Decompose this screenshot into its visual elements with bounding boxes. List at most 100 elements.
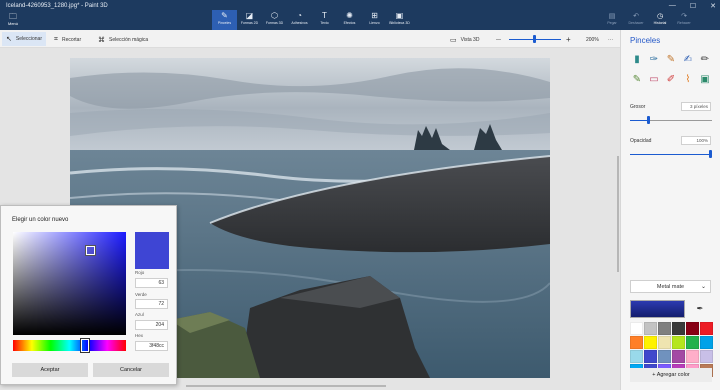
cancel-button[interactable]: Cancelar	[93, 363, 169, 377]
minimize-button[interactable]: —	[669, 2, 676, 10]
tab-label: Pinceles	[217, 21, 232, 25]
zoom-slider-thumb[interactable]	[533, 35, 536, 43]
thickness-slider-thumb[interactable]	[647, 116, 651, 124]
shapes-3d-icon: ⬡	[271, 11, 278, 20]
tab-stickers[interactable]: ◔ Adhesivos	[287, 10, 312, 30]
opacity-slider-thumb[interactable]	[709, 150, 712, 158]
tab-shapes-2d[interactable]: ◪ Formas 2D	[237, 10, 262, 30]
tool-label: Deshacer	[628, 21, 644, 25]
color-swatch[interactable]	[672, 322, 685, 335]
cursor-icon: ↖	[6, 36, 12, 43]
color-cursor[interactable]	[85, 245, 96, 256]
hex-field[interactable]: 3f48cc	[135, 341, 168, 351]
tab-3d-library[interactable]: ▣ Biblioteca 3D	[387, 10, 412, 30]
redo-button[interactable]: ↷ Rehacer	[672, 12, 696, 26]
marker-icon[interactable]: ▮	[630, 52, 644, 68]
tool-label: Pegar	[607, 21, 617, 25]
tab-label: Lienzo	[369, 21, 380, 25]
finish-dropdown[interactable]: Metal mate ⌄	[630, 280, 711, 293]
tab-label: Adhesivos	[291, 21, 308, 25]
saturation-value-field[interactable]	[13, 232, 126, 335]
color-swatch[interactable]	[658, 350, 671, 363]
hue-slider-thumb[interactable]	[80, 338, 90, 353]
brush-grid: ▮ ✑ ✎ ✍ ✏ ✎ ▭ ✐ ⌇ ▣	[630, 52, 712, 88]
window-title: Iceland-4260953_1280.jpg* - Paint 3D	[6, 3, 108, 9]
menu-button[interactable]: 🗀 Menú	[4, 13, 22, 29]
color-swatch[interactable]	[700, 336, 713, 349]
folder-icon: 🗀	[9, 12, 17, 21]
add-color-button[interactable]: + Agregar color	[630, 368, 712, 382]
thickness-slider-fill	[630, 120, 649, 121]
color-swatch[interactable]	[644, 336, 657, 349]
eraser-icon[interactable]: ▭	[647, 72, 661, 88]
color-swatch[interactable]	[700, 350, 713, 363]
select-label: Seleccionar	[15, 36, 43, 42]
calligraphy-pen-icon[interactable]: ✑	[647, 52, 661, 68]
spray-can-icon[interactable]: ⌇	[681, 72, 695, 88]
color-swatch[interactable]	[644, 350, 657, 363]
color-swatch[interactable]	[630, 322, 643, 335]
ribbon-tools: ✎ Pinceles ◪ Formas 2D ⬡ Formas 3D ◔ Adh…	[212, 10, 412, 30]
color-swatch[interactable]	[644, 322, 657, 335]
magic-select-button[interactable]: ⌘ Selección mágica	[98, 34, 148, 45]
brush-icon: ✎	[221, 11, 228, 20]
maximize-button[interactable]: ☐	[690, 2, 696, 10]
zoom-value: 200%	[586, 36, 599, 43]
zoom-out-icon: —	[496, 36, 501, 43]
opacity-label: Opacidad	[630, 138, 652, 144]
crop-button[interactable]: ⌗ Recortar	[54, 34, 81, 45]
horizontal-scrollbar[interactable]	[186, 385, 386, 387]
color-preview	[135, 232, 169, 269]
shapes-2d-icon: ◪	[245, 11, 254, 20]
zoom-in-button[interactable]: +	[566, 34, 571, 45]
tab-text[interactable]: T Texto	[312, 10, 337, 30]
color-swatch[interactable]	[658, 322, 671, 335]
pixel-pen-icon[interactable]: ✏	[698, 52, 712, 68]
more-options-button[interactable]: ···	[608, 34, 613, 45]
menu-label: Menú	[7, 21, 18, 26]
select-button[interactable]: ↖ Seleccionar	[2, 32, 47, 46]
thickness-input[interactable]: 3 píxeles	[681, 102, 711, 111]
history-tools: ▤ Pegar ↶ Deshacer ◷ Historial ↷ Rehacer	[600, 12, 696, 26]
color-swatch[interactable]	[700, 322, 713, 335]
color-swatch[interactable]	[630, 336, 643, 349]
undo-button[interactable]: ↶ Deshacer	[624, 12, 648, 26]
view-3d-toggle[interactable]: ▭ Vista 3D	[450, 34, 479, 45]
eyedropper-icon: ✒	[696, 304, 704, 313]
crop-icon: ⌗	[54, 35, 58, 43]
view-3d-icon: ▭	[450, 36, 457, 44]
paste-icon: ▤	[608, 13, 616, 20]
oil-brush-icon[interactable]: ✎	[664, 52, 678, 68]
opacity-input[interactable]: 100%	[681, 136, 711, 145]
accept-button[interactable]: Aceptar	[12, 363, 88, 377]
current-color-swatch[interactable]	[630, 300, 685, 318]
eyedropper-button[interactable]: ✒	[689, 302, 711, 316]
pencil-icon[interactable]: ✎	[630, 72, 644, 88]
tab-brushes[interactable]: ✎ Pinceles	[212, 10, 237, 30]
tab-effects[interactable]: ✺ Efectos	[337, 10, 362, 30]
vertical-scrollbar[interactable]	[617, 156, 619, 272]
tab-canvas[interactable]: ⊞ Lienzo	[362, 10, 387, 30]
color-swatch[interactable]	[630, 350, 643, 363]
color-swatch[interactable]	[686, 336, 699, 349]
hue-slider[interactable]	[13, 340, 126, 351]
green-field[interactable]: 72	[135, 299, 168, 309]
color-swatch[interactable]	[686, 322, 699, 335]
hex-label: Hex	[135, 333, 144, 338]
history-button[interactable]: ◷ Historial	[648, 12, 672, 26]
paste-button[interactable]: ▤ Pegar	[600, 12, 624, 26]
color-swatch[interactable]	[658, 336, 671, 349]
crayon-icon[interactable]: ✐	[664, 72, 678, 88]
fill-icon[interactable]: ▣	[698, 72, 712, 88]
color-swatch[interactable]	[672, 336, 685, 349]
watercolor-icon[interactable]: ✍	[681, 52, 695, 68]
zoom-out-button[interactable]: —	[496, 34, 501, 45]
tab-shapes-3d[interactable]: ⬡ Formas 3D	[262, 10, 287, 30]
color-swatch[interactable]	[672, 350, 685, 363]
red-field[interactable]: 63	[135, 278, 168, 288]
close-button[interactable]: ✕	[710, 2, 716, 10]
color-swatch[interactable]	[686, 350, 699, 363]
blue-field[interactable]: 204	[135, 320, 168, 330]
title-bar: Iceland-4260953_1280.jpg* - Paint 3D — ☐…	[0, 0, 720, 30]
color-picker-dialog: Elegir un color nuevo Rojo 63 Verde 72 A…	[0, 205, 177, 385]
